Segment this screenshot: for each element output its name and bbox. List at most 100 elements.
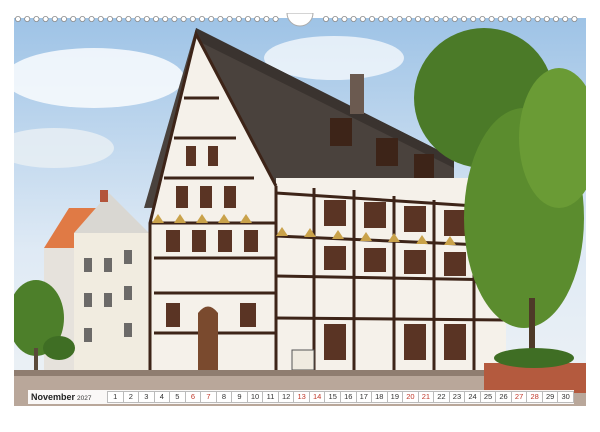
ring-hole [525,16,532,22]
ring-binding [15,13,578,27]
ring-hole [497,16,504,22]
day-cell: 11 [263,391,279,403]
ring-hole [24,16,31,22]
day-cell: 15 [325,391,341,403]
ring-hole [235,16,242,22]
ring-hole [42,16,49,22]
calendar-page: November 2027 1 2 3 4 5 6 7 8 9 10 11 12 13 14 15 16 17 18… [0,0,600,432]
planter-shrubs [494,348,574,368]
ring-hole [171,16,178,22]
ring-hole [61,16,68,22]
day-cells: 1 2 3 4 5 6 7 8 9 10 11 12 13 14 15 16 17 18 19 20 21 22 23 24 2… [107,391,574,403]
ring-hole [359,16,366,22]
shrub [43,336,75,360]
day-cell: 26 [496,391,512,403]
day-cell: 21 [418,391,435,403]
ring-hole [433,16,440,22]
ring-hole [350,16,357,22]
ring-hole [460,16,467,22]
ring-hole [198,16,205,22]
day-cell: 13 [294,391,310,403]
ring-hole [51,16,58,22]
ring-hole [33,16,40,22]
month-label: November 2027 [28,392,107,402]
ring-hole [180,16,187,22]
dormer [330,118,352,146]
ring-hole [226,16,233,22]
ring-hole [70,16,77,22]
ring-hole [15,16,21,22]
ring-hole [263,16,270,22]
hanger-notch [286,13,314,27]
year: 2027 [77,395,92,402]
day-cell: 9 [232,391,248,403]
ring-hole [97,16,104,22]
ring-hole [396,16,403,22]
day-cell: 19 [387,391,404,403]
ring-hole [244,16,251,22]
ring-hole [217,16,224,22]
ring-hole [341,16,348,22]
info-sign [291,349,315,371]
ring-hole [424,16,431,22]
front-door [198,306,218,373]
ring-hole [125,16,132,22]
day-cell: 22 [434,391,450,403]
day-cell: 16 [340,391,357,403]
ring-hole [553,16,560,22]
ring-hole [116,16,123,22]
ring-hole [107,16,114,22]
day-cell: 5 [170,391,186,403]
day-cell: 2 [123,391,140,403]
day-cell: 20 [403,391,419,403]
dormer [376,138,398,166]
ring-hole [543,16,550,22]
day-cell: 28 [527,391,543,403]
ring-hole [442,16,449,22]
ring-hole [378,16,385,22]
ring-hole [387,16,394,22]
day-cell: 12 [278,391,295,403]
ring-hole [470,16,477,22]
ring-hole [322,16,329,22]
half-timbered-house-scene [14,18,586,406]
ring-hole [79,16,86,22]
day-cell: 7 [201,391,217,403]
day-cell: 30 [558,391,574,403]
ring-hole [534,16,541,22]
ring-hole [368,16,375,22]
ring-hole [516,16,523,22]
ring-hole [189,16,196,22]
roof-chimney [350,74,364,114]
day-cell: 27 [511,391,528,403]
ring-hole [562,16,569,22]
ring-hole [152,16,159,22]
dormer [414,154,434,180]
day-cell: 18 [372,391,388,403]
day-cell: 29 [542,391,559,403]
day-cell: 23 [449,391,466,403]
day-cell: 24 [465,391,481,403]
ring-hole [571,16,578,22]
calendar-strip: November 2027 1 2 3 4 5 6 7 8 9 10 11 12 13 14 15 16 17 18… [28,390,574,404]
day-cell: 1 [107,391,124,403]
chimney [100,190,108,202]
day-cell: 8 [216,391,233,403]
day-cell: 10 [247,391,264,403]
house-photo [14,18,586,406]
ring-hole [488,16,495,22]
ring-hole [254,16,261,22]
day-cell: 3 [139,391,155,403]
day-cell: 14 [309,391,326,403]
ring-hole [479,16,486,22]
ring-hole [506,16,513,22]
day-cell: 6 [185,391,202,403]
ring-hole [143,16,150,22]
ring-hole [405,16,412,22]
ring-hole [208,16,215,22]
ring-hole [162,16,169,22]
day-cell: 4 [154,391,171,403]
day-cell: 17 [356,391,373,403]
month-name: November [31,392,76,402]
ring-hole [88,16,95,22]
